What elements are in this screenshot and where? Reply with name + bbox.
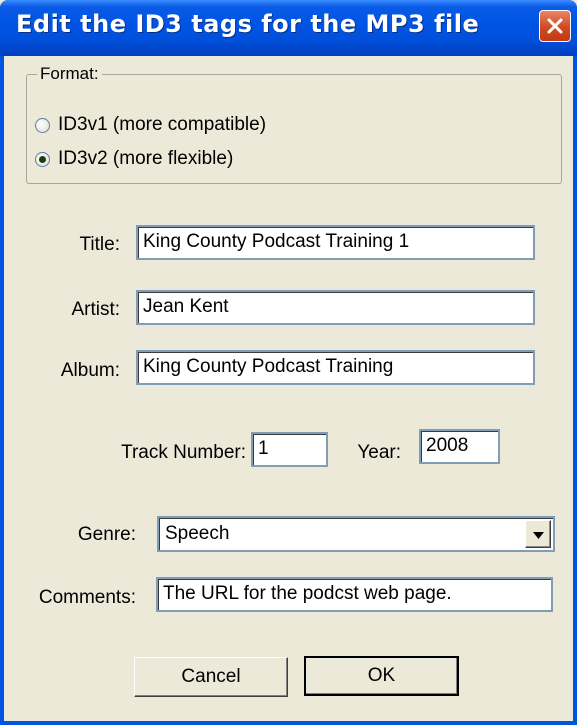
artist-label: Artist: — [71, 299, 120, 320]
title-label: Title: — [79, 234, 120, 255]
cancel-button[interactable]: Cancel — [134, 657, 288, 697]
year-label: Year: — [357, 442, 401, 463]
radio-id3v2[interactable]: ID3v2 (more flexible) — [35, 148, 233, 170]
title-bar[interactable]: Edit the ID3 tags for the MP3 file — [0, 0, 577, 56]
radio-id3v1[interactable]: ID3v1 (more compatible) — [35, 114, 266, 136]
radio-dot-icon — [39, 155, 46, 163]
format-legend: Format: — [37, 64, 102, 84]
close-icon — [547, 18, 563, 34]
album-label: Album: — [60, 360, 120, 381]
track-number-label: Track Number: — [121, 442, 246, 463]
year-field[interactable]: 2008 — [419, 429, 500, 464]
ok-button[interactable]: OK — [304, 656, 459, 696]
radio-label-id3v1: ID3v1 (more compatible) — [58, 114, 267, 135]
chevron-down-icon — [533, 532, 544, 539]
comments-label: Comments: — [38, 587, 136, 608]
album-field[interactable]: King County Podcast Training — [136, 350, 535, 385]
radio-button-selected[interactable] — [35, 151, 50, 167]
genre-dropdown-button[interactable] — [525, 520, 551, 548]
comments-field[interactable]: The URL for the podcst web page. — [156, 577, 553, 612]
artist-field[interactable]: Jean Kent — [136, 290, 535, 325]
genre-value: Speech — [165, 523, 230, 544]
track-number-field[interactable]: 1 — [251, 432, 328, 467]
title-field[interactable]: King County Podcast Training 1 — [136, 225, 535, 260]
radio-label-id3v2: ID3v2 (more flexible) — [58, 148, 234, 169]
window-title: Edit the ID3 tags for the MP3 file — [16, 10, 480, 38]
close-button[interactable] — [539, 10, 571, 42]
genre-select[interactable]: Speech — [157, 516, 555, 552]
radio-button[interactable] — [35, 117, 50, 133]
genre-label: Genre: — [77, 524, 136, 545]
format-group: Format: ID3v1 (more compatible) ID3v2 (m… — [26, 64, 562, 184]
